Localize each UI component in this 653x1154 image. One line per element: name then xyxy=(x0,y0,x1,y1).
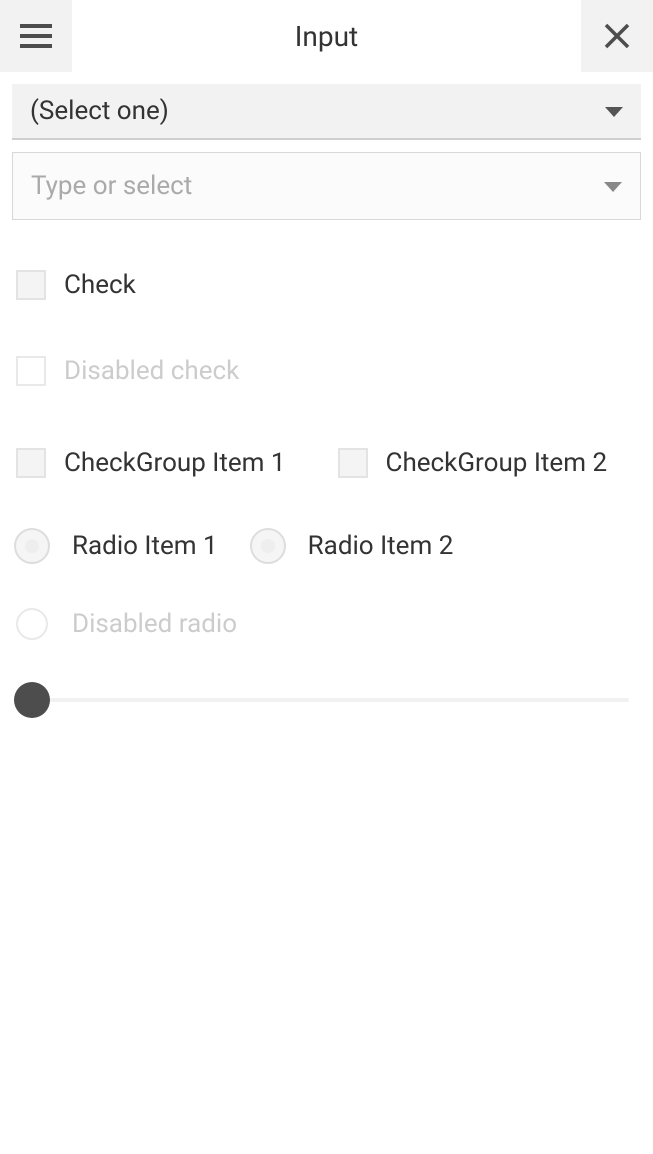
checkbox-label: Check xyxy=(64,270,136,300)
check-group-item-2: CheckGroup Item 2 xyxy=(334,448,608,478)
caret-down-icon xyxy=(604,177,622,196)
slider[interactable] xyxy=(12,680,641,720)
radio-1-label: Radio Item 1 xyxy=(72,531,218,561)
radio-1[interactable] xyxy=(14,528,50,564)
menu-button[interactable] xyxy=(0,0,72,72)
close-icon xyxy=(604,23,630,49)
checkbox-group1[interactable] xyxy=(16,448,46,478)
radio-2[interactable] xyxy=(250,528,286,564)
checkbox-group1-label: CheckGroup Item 1 xyxy=(64,448,286,478)
checkbox-check[interactable] xyxy=(16,270,46,300)
radio-group: Radio Item 1 Radio Item 2 xyxy=(12,528,641,564)
slider-handle[interactable] xyxy=(14,682,50,718)
checkbox-row: Check xyxy=(12,264,641,306)
checkbox-disabled-label: Disabled check xyxy=(64,356,239,386)
combo-box[interactable]: Type or select xyxy=(12,152,641,220)
content-area: (Select one) Type or select Check Disabl… xyxy=(0,72,653,732)
radio-disabled-row: Disabled radio xyxy=(12,608,641,640)
select-dropdown[interactable]: (Select one) xyxy=(12,84,641,140)
radio-item-1: Radio Item 1 xyxy=(12,528,218,564)
check-group-item-1: CheckGroup Item 1 xyxy=(12,448,286,478)
checkbox-disabled xyxy=(16,356,46,386)
close-button[interactable] xyxy=(581,0,653,72)
radio-2-label: Radio Item 2 xyxy=(308,531,454,561)
radio-disabled xyxy=(16,608,48,640)
check-group: CheckGroup Item 1 CheckGroup Item 2 xyxy=(12,448,641,478)
checkbox-group2[interactable] xyxy=(338,448,368,478)
radio-disabled-label: Disabled radio xyxy=(72,609,237,639)
checkbox-disabled-row: Disabled check xyxy=(12,350,641,392)
slider-track xyxy=(24,698,629,702)
hamburger-icon xyxy=(20,24,52,48)
combo-placeholder: Type or select xyxy=(31,171,604,201)
page-title: Input xyxy=(72,20,581,53)
radio-item-2: Radio Item 2 xyxy=(248,528,454,564)
header: Input xyxy=(0,0,653,72)
checkbox-group2-label: CheckGroup Item 2 xyxy=(386,448,608,478)
select-placeholder: (Select one) xyxy=(30,96,605,126)
caret-down-icon xyxy=(605,102,623,121)
